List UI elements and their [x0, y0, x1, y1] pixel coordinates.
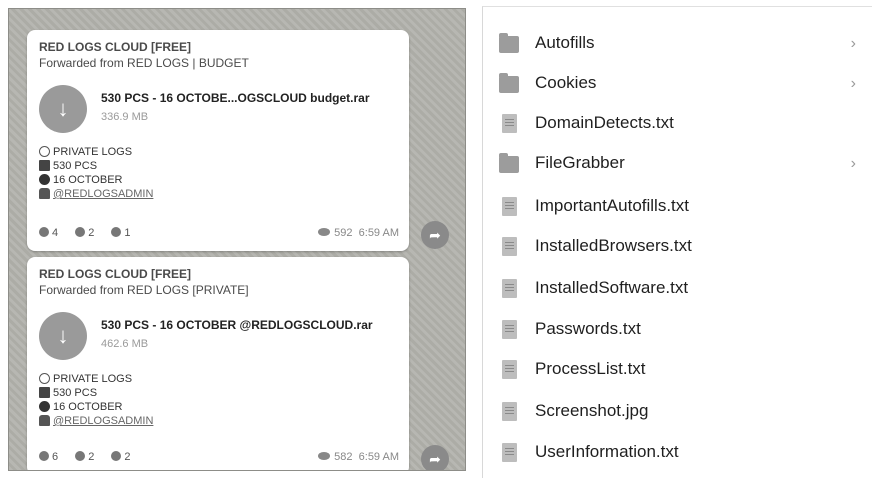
reaction-icon: [111, 451, 122, 461]
eye-icon: [318, 452, 331, 460]
reaction[interactable]: 2: [111, 451, 131, 463]
file-attachment[interactable]: ↓ 530 PCS - 16 OCTOBER @REDLOGSCLOUD.rar…: [39, 312, 397, 372]
download-icon[interactable]: ↓: [39, 85, 87, 133]
admin-link[interactable]: @REDLOGSADMIN: [53, 415, 153, 427]
file-name: 530 PCS - 16 OCTOBER @REDLOGSCLOUD.rar: [101, 318, 373, 332]
message-meta: 582 6:59 AM: [318, 451, 399, 463]
file-attachment[interactable]: ↓ 530 PCS - 16 OCTOBE...OGSCLOUD budget.…: [39, 85, 397, 145]
admin-link[interactable]: @REDLOGSADMIN: [53, 188, 153, 200]
item-name: Cookies: [535, 73, 597, 92]
list-item[interactable]: ImportantAutofills.txt: [483, 187, 872, 227]
eye-icon: [318, 228, 331, 236]
message-meta: 592 6:59 AM: [318, 227, 399, 239]
list-item[interactable]: InstalledBrowsers.txt: [483, 227, 872, 267]
download-icon[interactable]: ↓: [39, 312, 87, 360]
key-icon: [39, 146, 50, 157]
file-icon: [502, 279, 517, 298]
message-line: 530 PCS: [39, 159, 397, 173]
folder-icon: [499, 33, 519, 53]
message-line: PRIVATE LOGS: [39, 372, 397, 386]
item-name: UserInformation.txt: [535, 442, 679, 461]
list-item[interactable]: Passwords.txt: [483, 310, 872, 350]
message-bubble[interactable]: RED LOGS CLOUD [FREE] Forwarded from RED…: [27, 30, 409, 251]
file-name: 530 PCS - 16 OCTOBE...OGSCLOUD budget.ra…: [101, 91, 370, 105]
file-icon: [502, 237, 517, 256]
message-line: 16 OCTOBER: [39, 400, 397, 414]
file-icon: [502, 197, 517, 216]
message-time: 6:59 AM: [358, 451, 399, 463]
item-name: InstalledSoftware.txt: [535, 278, 689, 297]
list-item[interactable]: DomainDetects.txt: [483, 104, 872, 144]
reaction[interactable]: 2: [75, 451, 94, 463]
channel-name[interactable]: RED LOGS CLOUD [FREE]: [39, 40, 397, 55]
list-item[interactable]: Cookies ›: [483, 64, 872, 104]
list-item[interactable]: Autofills ›: [483, 24, 872, 64]
computer-icon: [39, 160, 50, 171]
circle-icon: [39, 174, 50, 185]
list-item[interactable]: InstalledSoftware.txt: [483, 269, 872, 309]
image-file-icon: [502, 402, 517, 421]
person-icon: [39, 188, 50, 199]
channel-name[interactable]: RED LOGS CLOUD [FREE]: [39, 267, 397, 282]
item-name: Autofills: [535, 33, 595, 52]
file-list: Autofills › Cookies › DomainDetects.txt Fi…: [482, 6, 872, 478]
item-name: DomainDetects.txt: [535, 113, 674, 132]
key-icon: [39, 373, 50, 384]
file-size: 462.6 MB: [101, 338, 149, 350]
chevron-right-icon: ›: [850, 75, 856, 92]
chat-panel: RED LOGS CLOUD [FREE] Forwarded from RED…: [8, 8, 466, 471]
share-icon[interactable]: ➦: [421, 221, 449, 249]
forwarded-from[interactable]: Forwarded from RED LOGS [PRIVATE]: [39, 282, 397, 298]
file-icon: [502, 360, 517, 379]
message-line: @REDLOGSADMIN: [39, 414, 397, 428]
thumbs-up-icon: [75, 227, 86, 237]
file-size: 336.9 MB: [101, 111, 149, 123]
file-icon: [502, 320, 517, 339]
message-time: 6:59 AM: [358, 227, 399, 239]
list-item[interactable]: ProcessList.txt: [483, 350, 872, 390]
reaction[interactable]: 6: [39, 451, 58, 463]
message-line: PRIVATE LOGS: [39, 145, 397, 159]
chevron-right-icon: ›: [850, 155, 856, 172]
list-item[interactable]: Screenshot.jpg: [483, 392, 872, 432]
reaction[interactable]: 2: [75, 227, 94, 239]
chevron-right-icon: ›: [850, 35, 856, 52]
computer-icon: [39, 387, 50, 398]
message-line: 16 OCTOBER: [39, 173, 397, 187]
message-line: @REDLOGSADMIN: [39, 187, 397, 201]
item-name: Screenshot.jpg: [535, 401, 649, 420]
globe-icon: [39, 401, 50, 412]
item-name: ProcessList.txt: [535, 359, 646, 378]
file-icon: [502, 114, 517, 133]
file-icon: [502, 443, 517, 462]
reaction[interactable]: 4: [39, 227, 58, 239]
share-icon[interactable]: ➦: [421, 445, 449, 470]
reaction-icon: [39, 451, 49, 461]
reaction-icon: [39, 227, 49, 237]
view-count: 592: [334, 227, 353, 239]
folder-icon: [499, 73, 519, 93]
folder-icon: [499, 153, 519, 173]
thumbs-up-icon: [75, 451, 86, 461]
item-name: ImportantAutofills.txt: [535, 196, 690, 215]
item-name: FileGrabber: [535, 153, 625, 172]
reaction[interactable]: 1: [111, 227, 131, 239]
message-footer: 6 2 2 582 6:59 AM: [39, 451, 399, 467]
item-name: Passwords.txt: [535, 319, 641, 338]
message-bubble[interactable]: RED LOGS CLOUD [FREE] Forwarded from RED…: [27, 257, 409, 470]
forwarded-from[interactable]: Forwarded from RED LOGS | BUDGET: [39, 55, 397, 71]
item-name: InstalledBrowsers.txt: [535, 236, 692, 255]
message-footer: 4 2 1 592 6:59 AM: [39, 227, 399, 243]
list-item[interactable]: UserInformation.txt: [483, 433, 872, 473]
message-line: 530 PCS: [39, 386, 397, 400]
list-item[interactable]: FileGrabber ›: [483, 144, 872, 184]
reaction-icon: [111, 227, 122, 237]
person-icon: [39, 415, 50, 426]
view-count: 582: [334, 451, 353, 463]
